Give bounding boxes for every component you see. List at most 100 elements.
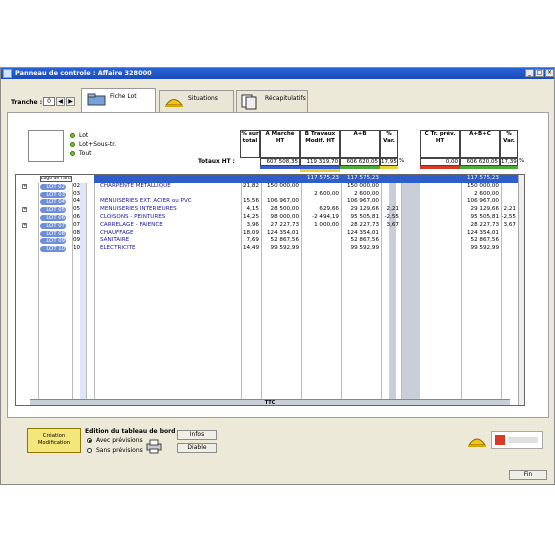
cell-apbpc: 28 227,73 (470, 221, 499, 228)
expand-icon[interactable]: + (22, 183, 27, 189)
lot-chip[interactable]: LOT 05 (40, 207, 66, 214)
bar-apbpc (460, 166, 518, 169)
cell-a: 106 967,00 (266, 198, 299, 205)
total-var2: 17,39 (500, 158, 518, 166)
table-row[interactable]: + LOT 05 05 MENUISERIES INTERIEURES 4,15 28 5… (16, 206, 524, 214)
close-button[interactable]: × (545, 69, 554, 77)
total-var: 17,95 (380, 158, 398, 166)
lot-code: 10 (73, 245, 81, 252)
table-row[interactable]: LOT 04 04 MENUISERIES EXT. ACIER ou PVC 15,… (16, 198, 524, 206)
cell-b: 1 000,00 (314, 221, 339, 228)
bar-c (420, 166, 460, 169)
tranche-next-button[interactable]: ▶ (66, 97, 75, 106)
radio-avec-label: Avec prévisions (96, 437, 143, 444)
total-c: 0,00 (420, 158, 460, 166)
lot-libelle: CARRELAGE - FAIENCE (100, 221, 163, 228)
lot-chip[interactable]: LOT 09 (40, 238, 66, 245)
cell-a: 150 000,00 (266, 182, 299, 189)
lot-code: 02 (73, 182, 81, 189)
creation-modification-button[interactable]: Création Modification (27, 428, 81, 453)
cell-pct: 14,49 (242, 245, 259, 252)
title-bar: Panneau de controle : Affaire 328000 _ □… (1, 68, 554, 79)
expand-icon[interactable]: + (22, 207, 27, 213)
radio-sans-previsions[interactable] (87, 448, 92, 453)
cell-a: 52 867,56 (270, 237, 299, 244)
cell-apb: 117 575,23 (346, 175, 379, 181)
cell-var: 3,67 (386, 221, 399, 228)
hardhat-icon[interactable] (467, 433, 487, 449)
app-window: Panneau de controle : Affaire 328000 _ □… (0, 67, 555, 485)
tab-situations[interactable]: Situations (159, 90, 234, 112)
cell-apb: 117 575,23 (306, 175, 339, 181)
lot-libelle: MENUISERIES INTERIEURES (100, 206, 177, 213)
lot-libelle: CLOISONS - PEINTURES (100, 214, 166, 220)
lot-chip[interactable]: LOT 02 (40, 183, 66, 190)
lot-chip[interactable]: LOT 10 (40, 246, 66, 253)
filter-tout-radio[interactable] (70, 151, 75, 156)
table-row[interactable]: LOT 06 06 CLOISONS - PEINTURES 14,25 98 000,… (16, 214, 524, 222)
cell-var2: 2,21 (503, 206, 516, 213)
table-row[interactable]: LOT 09 09 SANITAIRE 7,69 52 867,56 52 867,56 5… (16, 237, 524, 245)
logo-placeholder (28, 130, 64, 162)
cell-apb: 106 967,00 (346, 198, 379, 205)
filter-lot-sous-tr-radio[interactable] (70, 142, 75, 147)
lot-code: 06 (73, 214, 81, 220)
lot-chip[interactable]: LOT 03 (40, 191, 66, 198)
ttc-footer: TTC (30, 399, 510, 405)
cell-a: 27 227,73 (270, 221, 299, 228)
tab-fiche-lot[interactable]: Fiche Lot (81, 88, 156, 113)
cell-apbpc: 124 354,01 (466, 229, 499, 236)
table-row-selected[interactable]: Logo de l'affaire 117 575,23 117 575,23 … (16, 175, 524, 183)
cell-apb: 52 867,56 (350, 237, 379, 244)
infos-button[interactable]: Infos (177, 430, 217, 440)
minimize-button[interactable]: _ (525, 69, 534, 77)
cell-var: 2,21 (386, 206, 399, 213)
table-row[interactable]: + LOT 07 07 CARRELAGE - FAIENCE 3,96 27 227,7… (16, 222, 524, 230)
expand-icon[interactable]: + (22, 222, 27, 228)
lot-chip[interactable]: LOT 04 (40, 199, 66, 206)
logo-cell: Logo de l'affaire (40, 176, 72, 182)
cell-pct: 3,96 (246, 221, 259, 228)
lot-code: 05 (73, 206, 81, 213)
lots-table[interactable]: Logo de l'affaire 117 575,23 117 575,23 … (15, 174, 525, 406)
total-apb: 606 620,05 (340, 158, 380, 166)
fin-button[interactable]: Fin (509, 470, 547, 480)
vertical-scrollbar[interactable] (518, 175, 524, 405)
edition-title: Edition du tableau de bord (85, 428, 176, 435)
lot-code: 07 (73, 221, 81, 228)
cell-apbpc: 106 967,00 (466, 198, 499, 205)
lot-chip[interactable]: LOT 08 (40, 230, 66, 237)
tranche-prev-button[interactable]: ◀ (56, 97, 65, 106)
table-row[interactable]: LOT 03 03 2 600,00 2 600,00 2 600,00 (16, 191, 524, 199)
totals-label: Totaux HT : (198, 159, 235, 165)
tab-label: Récapitulatifs (265, 95, 306, 102)
cell-apbpc: 117 575,23 (466, 175, 499, 181)
table-row[interactable]: LOT 08 08 CHAUFFAGE 18,09 124 354,01 124 354,… (16, 230, 524, 238)
total-b: 119 319,70 (300, 158, 340, 166)
cell-apbpc: 2 600,00 (474, 190, 499, 197)
radio-avec-previsions[interactable] (87, 438, 92, 443)
cell-apbpc: 150 000,00 (466, 182, 499, 189)
table-row[interactable]: + LOT 02 02 CHARPENTE METALLIQUE 21,82 150 00… (16, 183, 524, 191)
cell-apb: 28 227,73 (350, 221, 379, 228)
window-title: Panneau de controle : Affaire 328000 (15, 69, 152, 77)
cell-b: 2 600,00 (314, 190, 339, 197)
filter-lot-radio[interactable] (70, 133, 75, 138)
cell-apbpc: 52 867,56 (470, 237, 499, 244)
lot-chip[interactable]: LOT 06 (40, 215, 66, 221)
cell-pct: 18,09 (242, 229, 259, 236)
cell-a: 28 500,00 (270, 206, 299, 213)
tranche-input[interactable]: 0 (43, 97, 55, 106)
radio-sans-label: Sans prévisions (96, 447, 143, 454)
diable-button[interactable]: Diable (177, 443, 217, 453)
printer-icon[interactable] (146, 438, 162, 454)
header-apb: A+B (340, 130, 380, 158)
tab-recapitulatifs[interactable]: Récapitulatifs (236, 90, 308, 112)
lot-code: 04 (73, 198, 81, 205)
lot-chip[interactable]: LOT 07 (40, 222, 66, 229)
maximize-button[interactable]: □ (535, 69, 544, 77)
cell-pct: 14,25 (242, 214, 259, 220)
lot-libelle: SANITAIRE (100, 237, 130, 244)
table-row[interactable]: LOT 10 10 ELECTRICITE 14,49 99 592,99 99 592,… (16, 245, 524, 253)
cell-var2: 3,67 (503, 221, 516, 228)
